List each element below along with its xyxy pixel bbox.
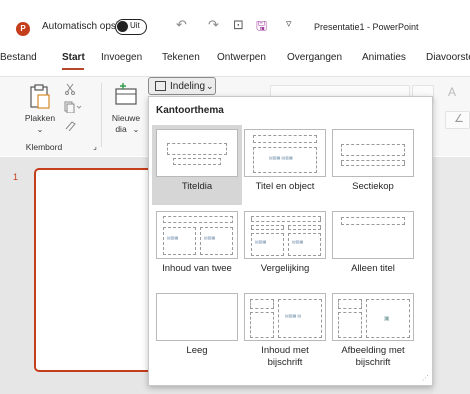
new-slide-caret-icon: ⌄ [132,125,140,134]
slide-number: 1 [13,172,19,182]
document-title: Presentatie1 - PowerPoint [314,22,419,32]
tab-animaties[interactable]: Animaties [362,52,406,63]
layout-thumb: ▤▥▦ ▤▥▦ [244,211,326,259]
layout-caption: Leeg [186,345,208,356]
undo-icon[interactable]: ↶ [176,17,187,33]
tab-invoegen[interactable]: Invoegen [101,52,142,63]
layout-caption: Titeldia [181,181,213,192]
layout-icon [155,81,166,91]
active-tab-indicator [62,68,84,70]
autosave-toggle[interactable]: Uit [115,19,147,35]
layout-caption: Alleen titel [351,263,395,274]
new-slide-label-2: dia [115,124,127,134]
resize-grip-icon[interactable]: ⋰ [422,374,429,382]
layout-button-label: Indeling [170,81,206,92]
layout-thumb: ▣ [332,293,414,341]
cut-icon[interactable] [64,83,76,95]
layout-caption: Titel en object [255,181,315,192]
layout-caption: Sectiekop [352,181,394,192]
layout-caption: Afbeelding met bijschrift [341,345,405,368]
new-slide-label: Nieuwe [111,113,141,123]
tab-start[interactable]: Start [62,52,85,63]
picture-placeholder-icon: ▣ [384,316,390,322]
grow-font-icon[interactable]: A [448,85,456,99]
clipboard-dialog-launcher-icon[interactable]: ⌟ [90,141,100,152]
tab-bestand[interactable]: Bestand [0,52,37,63]
toggle-knob [117,21,128,32]
format-painter-icon[interactable] [64,119,78,131]
tab-diavoorstelling[interactable]: Diavoorstelling [426,52,470,63]
save-icon[interactable]: 🖫 [256,17,267,39]
redo-icon[interactable]: ↷ [208,17,219,33]
layout-caret-icon: ⌄ [206,81,214,91]
layout-thumb: ▤▥▦ ▤▥▦ [156,211,238,259]
pen-icon[interactable]: ∠ [454,112,464,125]
layout-thumb [156,129,238,177]
ribbon-tabs: Bestand Start Invoegen Tekenen Ontwerpen… [0,52,470,72]
customize-toolbar-icon[interactable]: ▿ [286,17,292,30]
paste-label: Plakken [24,113,56,123]
layout-thumb [332,129,414,177]
layout-thumb: ▤▥▦ ▤ [244,293,326,341]
title-bar: P Automatisch opslaan Uit ↶ ↷ ⊡ 🖫 ▿ Pres… [0,0,470,44]
layout-gallery: Kantoorthema Titeldia ▤▥▦ ▤▥▦ Titel en o… [148,96,433,386]
layout-thumb: ▤▥▦ ▤▥▦ [244,129,326,177]
slide-thumbnail[interactable] [34,168,154,372]
layout-caption: Inhoud van twee [162,263,232,274]
new-slide-icon [115,83,137,105]
tab-tekenen[interactable]: Tekenen [162,52,200,63]
layout-dropdown-button[interactable]: Indeling ⌄ [148,77,216,95]
layout-caption: Inhoud met bijschrift [261,345,309,368]
paste-caret-icon: ⌄ [36,125,44,134]
powerpoint-logo-icon: P [16,22,30,36]
tab-overgangen[interactable]: Overgangen [287,52,342,63]
copy-icon[interactable] [64,101,82,113]
paste-button[interactable]: Plakken ⌄ [20,81,60,134]
toggle-state-label: Uit [130,21,140,30]
layout-caption: Vergelijking [260,263,310,274]
layout-thumb [156,293,238,341]
layout-thumb [332,211,414,259]
clipboard-group-label: Klembord [25,142,63,152]
tab-ontwerpen[interactable]: Ontwerpen [217,52,266,63]
editor-area [433,157,470,394]
gallery-header: Kantoorthema [156,105,224,116]
present-from-start-icon[interactable]: ⊡ [233,17,244,33]
new-slide-button[interactable]: Nieuwe dia ⌄ [106,81,146,139]
clipboard-icon [30,84,50,109]
group-separator [101,83,102,147]
